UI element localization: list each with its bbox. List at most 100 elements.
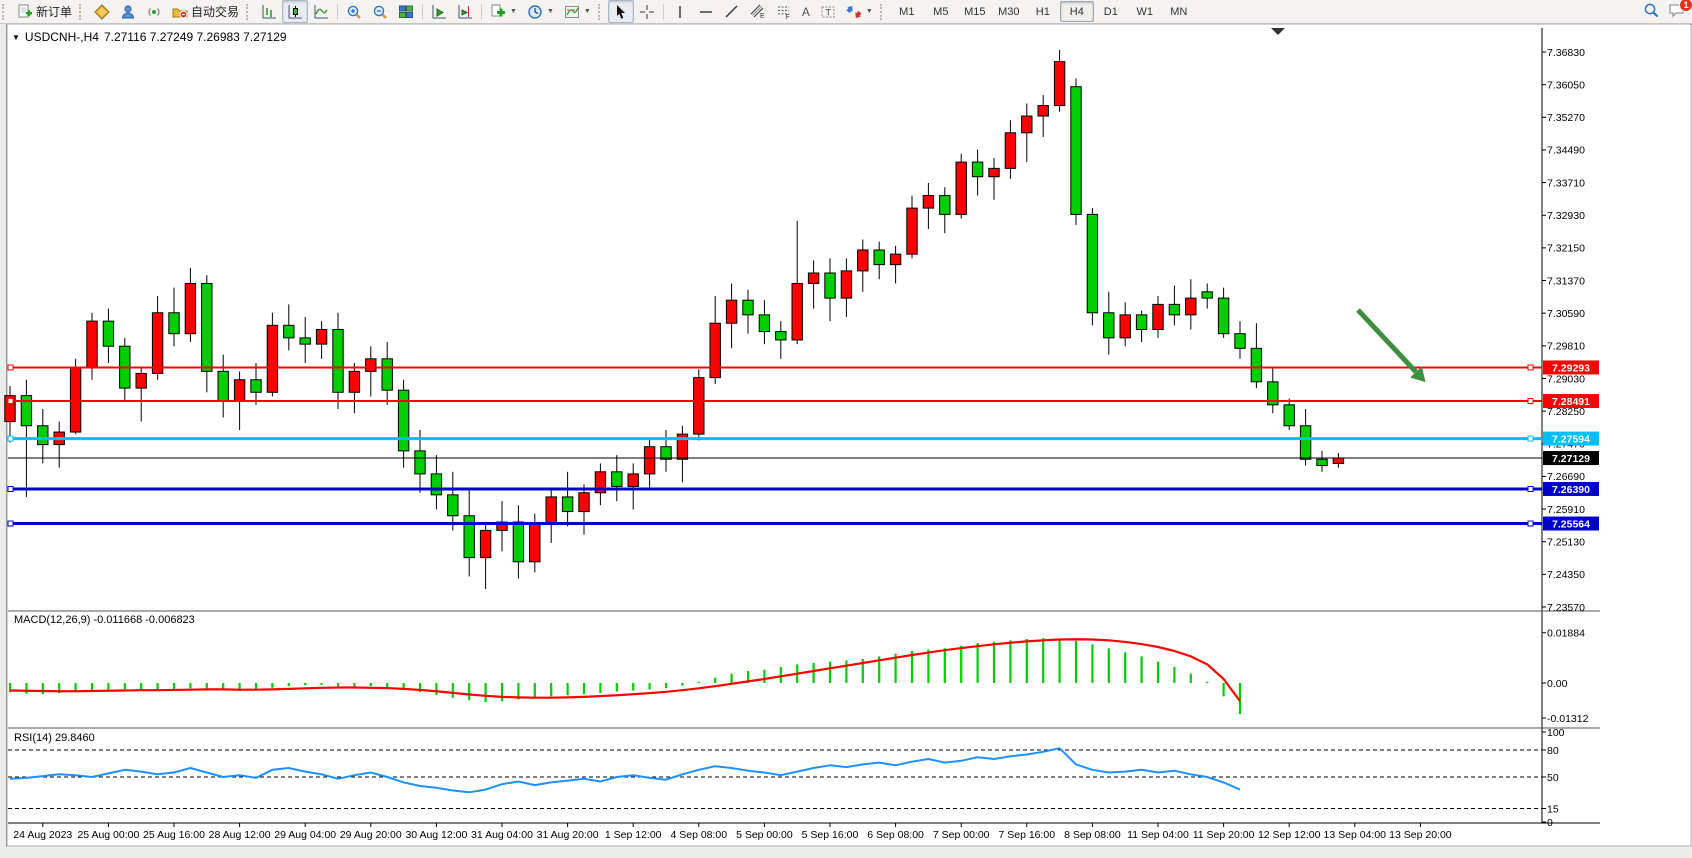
clock-icon [527, 4, 543, 20]
dropdown-caret-icon: ▼ [584, 8, 591, 15]
time-axis-label: 4 Sep 08:00 [670, 829, 727, 841]
chart-candles-button[interactable] [282, 0, 308, 23]
zoom-out-icon [372, 4, 388, 20]
trendline-tool-button[interactable] [719, 0, 745, 23]
svg-text:7.26390: 7.26390 [1552, 484, 1590, 496]
chart-client-area [7, 24, 1691, 846]
price-axis-label: 7.33710 [1547, 177, 1585, 189]
market-button[interactable] [89, 0, 115, 23]
price-axis-label: 7.23570 [1547, 602, 1585, 614]
price-badge: 7.27129 [1543, 451, 1599, 465]
crosshair-tool-button[interactable] [634, 0, 660, 23]
auto-trading-icon [172, 4, 188, 20]
timeframe-button-MN[interactable]: MN [1162, 1, 1196, 22]
price-axis-label: 7.25910 [1547, 504, 1585, 516]
time-axis-label: 7 Sep 00:00 [933, 829, 990, 841]
equidistant-channel-icon: E [750, 4, 766, 20]
fibonacci-tool-button[interactable]: F [771, 0, 797, 23]
toolbar-divider [481, 4, 482, 20]
new-chart-button[interactable]: ▼ [485, 0, 522, 23]
toolbar-drag-handle [2, 4, 8, 20]
chart-line-button[interactable] [308, 0, 334, 23]
notifications-button[interactable]: 1 [1668, 2, 1686, 22]
price-axis-label: 7.30590 [1547, 308, 1585, 320]
time-axis-label: 28 Aug 12:00 [209, 829, 271, 841]
time-axis-label: 29 Aug 04:00 [274, 829, 336, 841]
rsi-axis-label: 80 [1547, 745, 1559, 757]
zoom-out-button[interactable] [367, 0, 393, 23]
time-axis-label: 8 Sep 08:00 [1064, 829, 1121, 841]
time-axis-label: 30 Aug 12:00 [405, 829, 467, 841]
chart-symbol-title[interactable]: ▼ USDCNH-,H4 7.27116 7.27249 7.26983 7.2… [12, 30, 287, 44]
time-axis-label: 24 Aug 2023 [13, 829, 72, 841]
timeframe-button-M1[interactable]: M1 [890, 1, 924, 22]
dropdown-caret-icon: ▼ [547, 8, 554, 15]
chart-canvas[interactable]: 7.368307.360507.352707.344907.337107.329… [0, 0, 1692, 853]
price-axis-label: 7.36830 [1547, 47, 1585, 59]
new-order-button[interactable]: 新订单 [12, 0, 77, 23]
time-axis-label: 11 Sep 20:00 [1193, 829, 1255, 841]
price-axis-label: 7.32930 [1547, 210, 1585, 222]
time-axis-label: 13 Sep 20:00 [1389, 829, 1452, 841]
timeframe-button-M5[interactable]: M5 [924, 1, 958, 22]
cursor-icon [613, 4, 629, 20]
timeframe-button-W1[interactable]: W1 [1128, 1, 1162, 22]
svg-text:E: E [760, 13, 765, 20]
signals-button[interactable] [141, 0, 167, 23]
text-label-icon: T [820, 4, 836, 20]
rsi-axis-label: 15 [1547, 803, 1559, 815]
timeframe-button-H1[interactable]: H1 [1026, 1, 1060, 22]
chart-bars-button[interactable] [256, 0, 282, 23]
symbol-quote-ohlc: 7.27116 7.27249 7.26983 7.27129 [104, 30, 287, 44]
notification-count-badge: 1 [1679, 0, 1692, 12]
rsi-axis-label: 100 [1547, 727, 1565, 739]
timeframe-button-H4[interactable]: H4 [1060, 1, 1094, 22]
svg-text:7.27129: 7.27129 [1552, 453, 1590, 465]
cursor-tool-button[interactable] [608, 0, 634, 23]
text-tool-button[interactable]: A [797, 0, 815, 23]
toolbar-divider [337, 4, 338, 20]
price-axis-label: 7.35270 [1547, 112, 1585, 124]
auto-scroll-icon [431, 4, 447, 20]
auto-scroll-button[interactable] [426, 0, 452, 23]
time-axis-label: 25 Aug 00:00 [77, 829, 139, 841]
zoom-in-button[interactable] [341, 0, 367, 23]
rsi-axis-label: 50 [1547, 772, 1559, 784]
timeframe-button-M30[interactable]: M30 [992, 1, 1026, 22]
auto-trading-label: 自动交易 [191, 3, 239, 20]
timeframe-button-D1[interactable]: D1 [1094, 1, 1128, 22]
macd-indicator-label: MACD(12,26,9) -0.011668 -0.006823 [14, 614, 195, 626]
crosshair-icon [639, 4, 655, 20]
time-axis-label: 7 Sep 16:00 [998, 829, 1055, 841]
horizontal-line-tool-button[interactable] [693, 0, 719, 23]
time-axis-label: 5 Sep 00:00 [736, 829, 793, 841]
new-chart-icon [490, 4, 506, 20]
profile-button[interactable] [115, 0, 141, 23]
vertical-line-icon [672, 4, 688, 20]
label-tool-button[interactable]: T [815, 0, 841, 23]
price-axis-label: 7.32150 [1547, 243, 1585, 255]
svg-text:7.28491: 7.28491 [1552, 396, 1590, 408]
time-axis-label: 13 Sep 04:00 [1324, 829, 1387, 841]
time-axis-label: 25 Aug 16:00 [143, 829, 205, 841]
tile-windows-button[interactable] [393, 0, 419, 23]
arrows-tool-button[interactable]: ▼ [841, 0, 878, 23]
price-badge: 7.27594 [1543, 432, 1599, 446]
templates-button[interactable]: ▼ [559, 0, 596, 23]
svg-text:7.25564: 7.25564 [1552, 518, 1590, 530]
search-icon[interactable] [1643, 2, 1660, 22]
timeframe-button-M15[interactable]: M15 [958, 1, 992, 22]
auto-trading-button[interactable]: 自动交易 [167, 0, 244, 23]
trendline-icon [724, 4, 740, 20]
horizontal-line-icon [698, 4, 714, 20]
chart-shift-button[interactable] [452, 0, 478, 23]
candlestick-chart-icon [287, 4, 303, 20]
channel-tool-button[interactable]: E [745, 0, 771, 23]
time-axis-label: 5 Sep 16:00 [802, 829, 859, 841]
time-axis-label: 12 Sep 12:00 [1258, 829, 1321, 841]
zoom-in-icon [346, 4, 362, 20]
toolbar-divider [422, 4, 423, 20]
periods-button[interactable]: ▼ [522, 0, 559, 23]
rsi-indicator-label: RSI(14) 29.8460 [14, 732, 95, 744]
vertical-line-tool-button[interactable] [667, 0, 693, 23]
